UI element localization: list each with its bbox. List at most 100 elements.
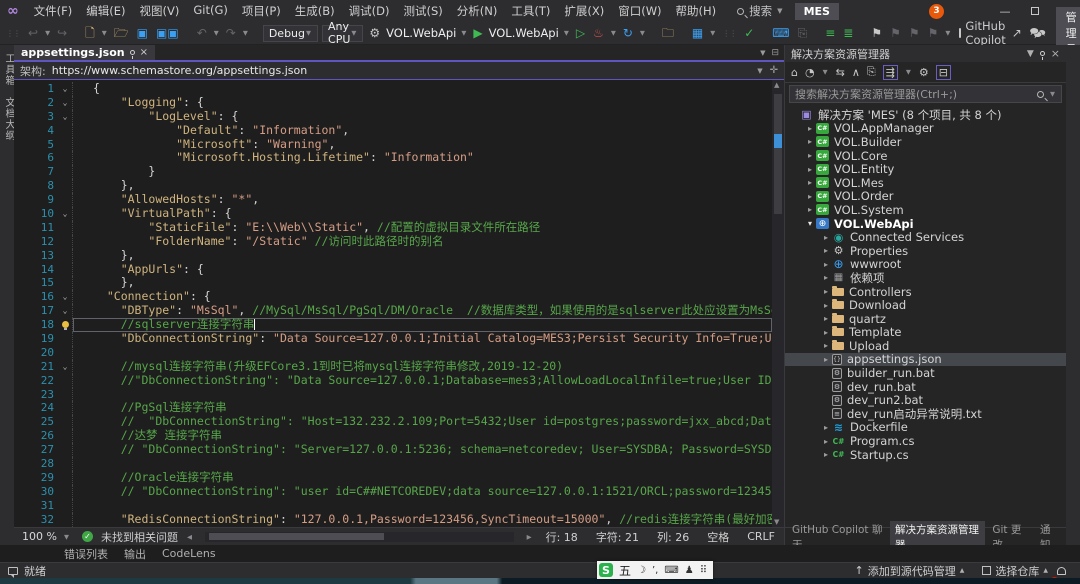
github-copilot-icon[interactable]	[959, 28, 961, 38]
ime-mode-label[interactable]: 五	[619, 562, 631, 579]
wrench-icon[interactable]: ⚙	[919, 66, 929, 79]
previous-bookmark-icon[interactable]: ⚑	[888, 22, 903, 44]
menu-item[interactable]: 分析(N)	[450, 3, 505, 19]
line-number[interactable]: 19	[14, 332, 58, 346]
fold-chevron-icon[interactable]: ⌄	[58, 360, 72, 374]
chevron-down-icon[interactable]: ▼	[639, 29, 646, 37]
expander-icon[interactable]: ▸	[805, 178, 815, 187]
line-number[interactable]: 25	[14, 415, 58, 429]
code-line[interactable]: 14 "AppUrls": {	[14, 263, 772, 277]
copy-path-icon[interactable]: ⎘	[867, 65, 876, 79]
switch-views-icon[interactable]: ⌂	[791, 66, 798, 79]
line-number[interactable]: 7	[14, 165, 58, 179]
tree-item-vol.system[interactable]: ▸C#VOL.System	[785, 203, 1066, 217]
save-icon[interactable]: ▣	[135, 22, 150, 44]
code-line[interactable]: 25 // "DbConnectionString": "Host=132.23…	[14, 415, 772, 429]
chevron-down-icon[interactable]: ▼	[44, 29, 51, 37]
ime-tool-icon[interactable]: ⌨	[664, 565, 678, 576]
line-number[interactable]: 27	[14, 443, 58, 457]
format-document-icon[interactable]: ≣	[841, 22, 855, 44]
menu-item[interactable]: 调试(D)	[342, 3, 397, 19]
line-number[interactable]: 6	[14, 151, 58, 165]
toolbar-grip[interactable]: ⋮⋮	[6, 29, 20, 38]
expander-icon[interactable]: ▸	[821, 246, 831, 255]
tree-item-program.cs[interactable]: ▸C#Program.cs	[785, 434, 1066, 448]
expander-icon[interactable]: ▸	[805, 205, 815, 214]
code-line[interactable]: 16⌄ "Connection": {	[14, 290, 772, 304]
tree-item-download[interactable]: ▸Download	[785, 298, 1066, 312]
chevron-down-icon[interactable]: ▼	[822, 68, 829, 76]
scrollbar-thumb[interactable]	[774, 94, 782, 214]
solution-search-input[interactable]: 搜索解决方案资源管理器(Ctrl+;) ▼	[789, 85, 1062, 103]
tree-item-controllers[interactable]: ▸Controllers	[785, 285, 1066, 299]
code-line[interactable]: 26 //达梦 连接字符串	[14, 429, 772, 443]
fold-chevron-icon[interactable]: ⌄	[58, 96, 72, 110]
line-number[interactable]: 26	[14, 429, 58, 443]
code-editor[interactable]: 1⌄{2⌄ "Logging": {3⌄ "LogLevel": {4 "Def…	[14, 80, 784, 527]
expander-icon[interactable]: ▸	[805, 151, 815, 160]
tree-item-vol.webapi[interactable]: ▾⊕VOL.WebApi	[785, 217, 1066, 231]
clear-bookmarks-icon[interactable]: ⚑	[926, 22, 941, 44]
ime-tool-icon[interactable]: ☽	[637, 565, 646, 576]
zoom-dropdown[interactable]: 100 % ▼	[18, 530, 74, 543]
tree-item-quartz[interactable]: ▸quartz	[785, 312, 1066, 326]
code-line[interactable]: 21⌄ //mysql连接字符串(升级EFCore3.1到时已将mysql连接字…	[14, 360, 772, 374]
expander-icon[interactable]: ▸	[805, 137, 815, 146]
menu-item[interactable]: 工具(T)	[504, 3, 557, 19]
code-line[interactable]: 19 "DbConnectionString": "Data Source=12…	[14, 332, 772, 346]
chevron-down-icon[interactable]: ▼	[610, 29, 617, 37]
chevron-down-icon[interactable]: ▼	[460, 29, 467, 37]
expander-icon[interactable]: ▸	[805, 124, 815, 133]
ime-tool-icon[interactable]: ⠿	[700, 565, 707, 576]
redo-icon[interactable]: ↷	[224, 22, 238, 44]
fold-chevron-icon[interactable]: ⌄	[58, 82, 72, 96]
line-number[interactable]: 18	[14, 318, 58, 332]
refresh-icon[interactable]: ↻	[621, 22, 635, 44]
line-number[interactable]: 17	[14, 304, 58, 318]
expander-icon[interactable]: ▸	[821, 341, 831, 350]
scroll-up-icon[interactable]: ▲	[774, 81, 779, 89]
attach-to-process-icon[interactable]: ▦	[690, 22, 705, 44]
fold-chevron-icon[interactable]: ⌄	[58, 290, 72, 304]
keyboard-cursor-icon[interactable]: ⌨	[770, 22, 791, 44]
line-number[interactable]: 5	[14, 138, 58, 152]
line-number[interactable]: 16	[14, 290, 58, 304]
tree-item-wwwroot[interactable]: ▸⊕wwwroot	[785, 258, 1066, 272]
tree-item-template[interactable]: ▸Template	[785, 326, 1066, 340]
menu-item[interactable]: 扩展(X)	[557, 3, 611, 19]
code-line[interactable]: 22 //"DbConnectionString": "Data Source=…	[14, 374, 772, 388]
sort-lines-icon[interactable]: ≡	[823, 22, 837, 44]
document-tab[interactable]: appsettings.json ×	[14, 45, 155, 60]
code-line[interactable]: 29 //Oracle连接字符串	[14, 471, 772, 485]
tree-item-startup.cs[interactable]: ▸C#Startup.cs	[785, 448, 1066, 462]
bell-icon[interactable]: 1	[1057, 567, 1066, 575]
solution-platform-dropdown[interactable]: Any CPU ▼	[322, 25, 363, 42]
tree-item-upload[interactable]: ▸Upload	[785, 339, 1066, 353]
line-number[interactable]: 24	[14, 401, 58, 415]
line-number[interactable]: 13	[14, 249, 58, 263]
pin-icon[interactable]	[1040, 51, 1045, 56]
save-all-icon[interactable]: ▣▣	[154, 22, 181, 44]
menu-item[interactable]: 帮助(H)	[669, 3, 724, 19]
tree-item-dev_run-.txt[interactable]: ≡dev_run启动异常说明.txt	[785, 407, 1066, 421]
code-line[interactable]: 3⌄ "LogLevel": {	[14, 110, 772, 124]
github-copilot-label[interactable]: GitHub Copilot	[965, 19, 1005, 47]
code-line[interactable]: 2⌄ "Logging": {	[14, 96, 772, 110]
line-number[interactable]: 11	[14, 221, 58, 235]
line-number[interactable]: 9	[14, 193, 58, 207]
scroll-down-icon[interactable]: ▼	[774, 518, 779, 526]
fold-chevron-icon[interactable]: ⌄	[58, 110, 72, 124]
expander-icon[interactable]: ▸	[821, 233, 831, 242]
bottom-tool-tab[interactable]: CodeLens	[156, 547, 222, 560]
chevron-down-icon[interactable]: ▼	[1027, 49, 1034, 59]
code-line[interactable]: 7 }	[14, 165, 772, 179]
find-in-files-icon[interactable]: 🗀	[660, 22, 676, 44]
bottom-tool-tab[interactable]: 错误列表	[58, 546, 114, 562]
chevron-down-icon[interactable]: ▼	[242, 29, 249, 37]
line-number[interactable]: 14	[14, 263, 58, 277]
next-bookmark-icon[interactable]: ⚑	[907, 22, 922, 44]
line-number[interactable]: 31	[14, 499, 58, 513]
code-line[interactable]: 18 //sqlserver连接字符串	[14, 318, 772, 332]
ime-tool-icon[interactable]: ♟	[685, 565, 694, 576]
code-line[interactable]: 23	[14, 388, 772, 402]
